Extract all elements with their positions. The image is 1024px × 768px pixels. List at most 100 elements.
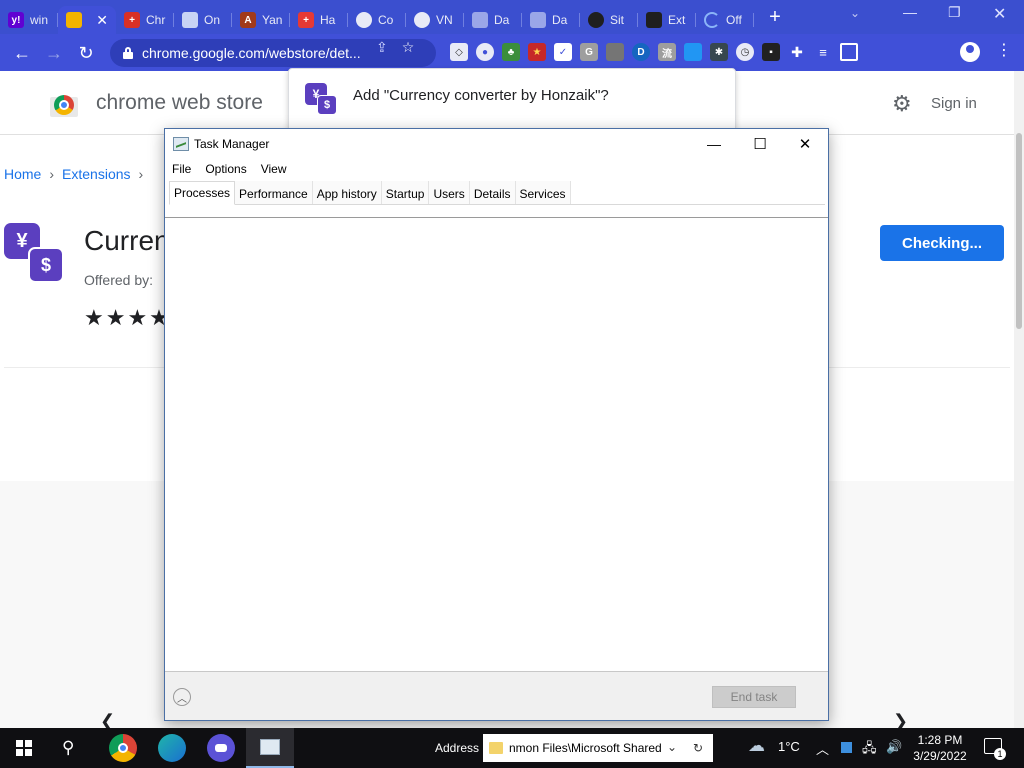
ext-square-icon[interactable] (606, 43, 624, 61)
tab-sit[interactable]: Sit (580, 6, 638, 34)
tab-vn[interactable]: VN (406, 6, 464, 34)
menu-file[interactable]: File (165, 159, 198, 179)
ext-save-icon[interactable]: ▪ (762, 43, 780, 61)
clock[interactable]: 1:28 PM 3/29/2022 (912, 732, 968, 764)
webstore-title[interactable]: chrome web store (96, 91, 263, 115)
menu-options[interactable]: Options (198, 159, 253, 179)
minimize-icon[interactable]: — (903, 4, 917, 20)
breadcrumb-home[interactable]: Home (4, 166, 41, 182)
reload-icon[interactable]: ↻ (74, 41, 98, 65)
ext-d-icon[interactable]: D (632, 43, 650, 61)
chevron-down-icon[interactable]: ⌄ (667, 740, 677, 754)
fewer-details-chevron-up-icon[interactable]: ︿ (173, 688, 191, 706)
menu-view[interactable]: View (254, 159, 294, 179)
tab-chr[interactable]: + Chr (116, 6, 174, 34)
search-icon[interactable]: ⚲ (62, 738, 74, 758)
ext-clock-icon[interactable]: ◷ (736, 43, 754, 61)
sign-in-link[interactable]: Sign in (931, 95, 977, 112)
task-manager-titlebar[interactable]: Task Manager — ☐ ✕ (165, 129, 828, 159)
tab-users[interactable]: Users (429, 181, 470, 204)
tab-webstore-active[interactable]: ✕ (58, 6, 116, 34)
tab-startup[interactable]: Startup (381, 181, 430, 204)
tab-da-2[interactable]: Da (522, 6, 580, 34)
ext-tree-icon[interactable]: ♣ (502, 43, 520, 61)
gear-icon[interactable]: ⚙ (892, 91, 912, 117)
tray-app-icon[interactable] (841, 742, 852, 753)
maximize-icon[interactable]: ☐ (737, 131, 783, 157)
tab-ext[interactable]: Ext (638, 6, 696, 34)
scrollbar-thumb[interactable] (1016, 133, 1022, 329)
profile-avatar-icon[interactable] (960, 42, 980, 62)
task-manager-icon (173, 137, 189, 151)
weather-cloud-icon[interactable]: ☁ (748, 736, 765, 756)
tab-label: Yan (262, 13, 283, 27)
back-arrow-icon[interactable]: ← (10, 41, 34, 65)
tab-label: win (30, 13, 49, 27)
chevron-right-icon: › (138, 166, 144, 182)
ext-check-icon[interactable]: ✓ (554, 43, 572, 61)
tab-services[interactable]: Services (515, 181, 571, 204)
network-icon[interactable]: 🖧 (862, 739, 877, 761)
edge-icon[interactable] (158, 734, 186, 762)
side-panel-icon[interactable] (840, 43, 858, 61)
address-toolbar-input[interactable]: nmon Files\Microsoft Shared ⌄ ↻ (483, 734, 713, 762)
refresh-icon[interactable]: ↻ (693, 741, 703, 755)
end-task-button[interactable]: End task (712, 686, 796, 708)
forward-arrow-icon[interactable]: → (42, 41, 66, 65)
globe-favicon-icon (588, 12, 604, 28)
ext-chinese-icon[interactable]: 流 (658, 43, 676, 61)
tray-chevron-up-icon[interactable]: ︿ (816, 739, 829, 758)
volume-icon[interactable]: 🔊 (886, 739, 902, 755)
clock-time: 1:28 PM (917, 733, 963, 747)
extensions-puzzle-icon[interactable]: ✚ (788, 43, 806, 61)
tab-details[interactable]: Details (469, 181, 516, 204)
tab-app-history[interactable]: App history (312, 181, 382, 204)
ext-g-icon[interactable]: G (580, 43, 598, 61)
tab-off[interactable]: Off (696, 6, 754, 34)
close-icon[interactable]: ✕ (782, 131, 828, 157)
page-scrollbar[interactable] (1014, 71, 1024, 728)
webstore-logo-icon[interactable] (50, 89, 78, 117)
add-extension-dialog: ¥ $ Add "Currency converter by Honzaik"? (288, 68, 736, 132)
windows-taskbar: ⚲ Address nmon Files\Microsoft Shared ⌄ … (0, 728, 1024, 768)
tab-close-icon[interactable]: ✕ (96, 12, 108, 29)
ext-circle-icon[interactable]: ● (476, 43, 494, 61)
brave-favicon-icon: A (240, 12, 256, 28)
address-toolbar-label: Address (435, 741, 480, 755)
ext-puzzle-blue-icon[interactable] (684, 43, 702, 61)
tab-processes[interactable]: Processes (169, 181, 236, 205)
windows-start-icon[interactable] (16, 740, 32, 756)
share-icon[interactable]: ⇪ (376, 39, 388, 56)
webstore-favicon-icon (66, 12, 82, 28)
tab-yahoo[interactable]: y! win (0, 6, 58, 34)
checking-button[interactable]: Checking... (880, 225, 1004, 261)
tab-search-chevron-icon[interactable]: ⌄ (850, 6, 860, 20)
taskbar-task-manager[interactable] (246, 728, 294, 768)
temperature[interactable]: 1°C (778, 739, 800, 754)
shield-favicon-icon (414, 12, 430, 28)
red-app-favicon-icon: + (124, 12, 140, 28)
tab-on[interactable]: On (174, 6, 232, 34)
breadcrumb: Home › Extensions › (4, 166, 143, 182)
minimize-icon[interactable]: — (691, 131, 737, 157)
chrome-icon[interactable] (109, 734, 137, 762)
tab-performance[interactable]: Performance (235, 181, 313, 204)
bookmark-star-icon[interactable]: ☆ (402, 39, 415, 56)
ext-flag-icon[interactable]: ★ (528, 43, 546, 61)
browser-toolbar: ← → ↻ chrome.google.com/webstore/det... … (0, 34, 1024, 71)
tab-ha[interactable]: + Ha (290, 6, 348, 34)
new-tab-button[interactable]: + (760, 6, 790, 29)
reading-list-icon[interactable]: ≡ (814, 43, 832, 61)
menu-kebab-icon[interactable]: ⋮ (996, 40, 1012, 60)
close-icon[interactable]: ✕ (993, 4, 1006, 24)
tab-co[interactable]: Co (348, 6, 406, 34)
breadcrumb-extensions[interactable]: Extensions (62, 166, 130, 182)
tab-label: On (204, 13, 221, 27)
process-list[interactable] (165, 217, 828, 671)
tab-yan[interactable]: A Yan (232, 6, 290, 34)
restore-icon[interactable]: ❐ (948, 4, 961, 21)
ext-bug-icon[interactable]: ✱ (710, 43, 728, 61)
ext-diamond-icon[interactable]: ◇ (450, 43, 468, 61)
tab-da-1[interactable]: Da (464, 6, 522, 34)
app-robot-icon[interactable] (207, 734, 235, 762)
